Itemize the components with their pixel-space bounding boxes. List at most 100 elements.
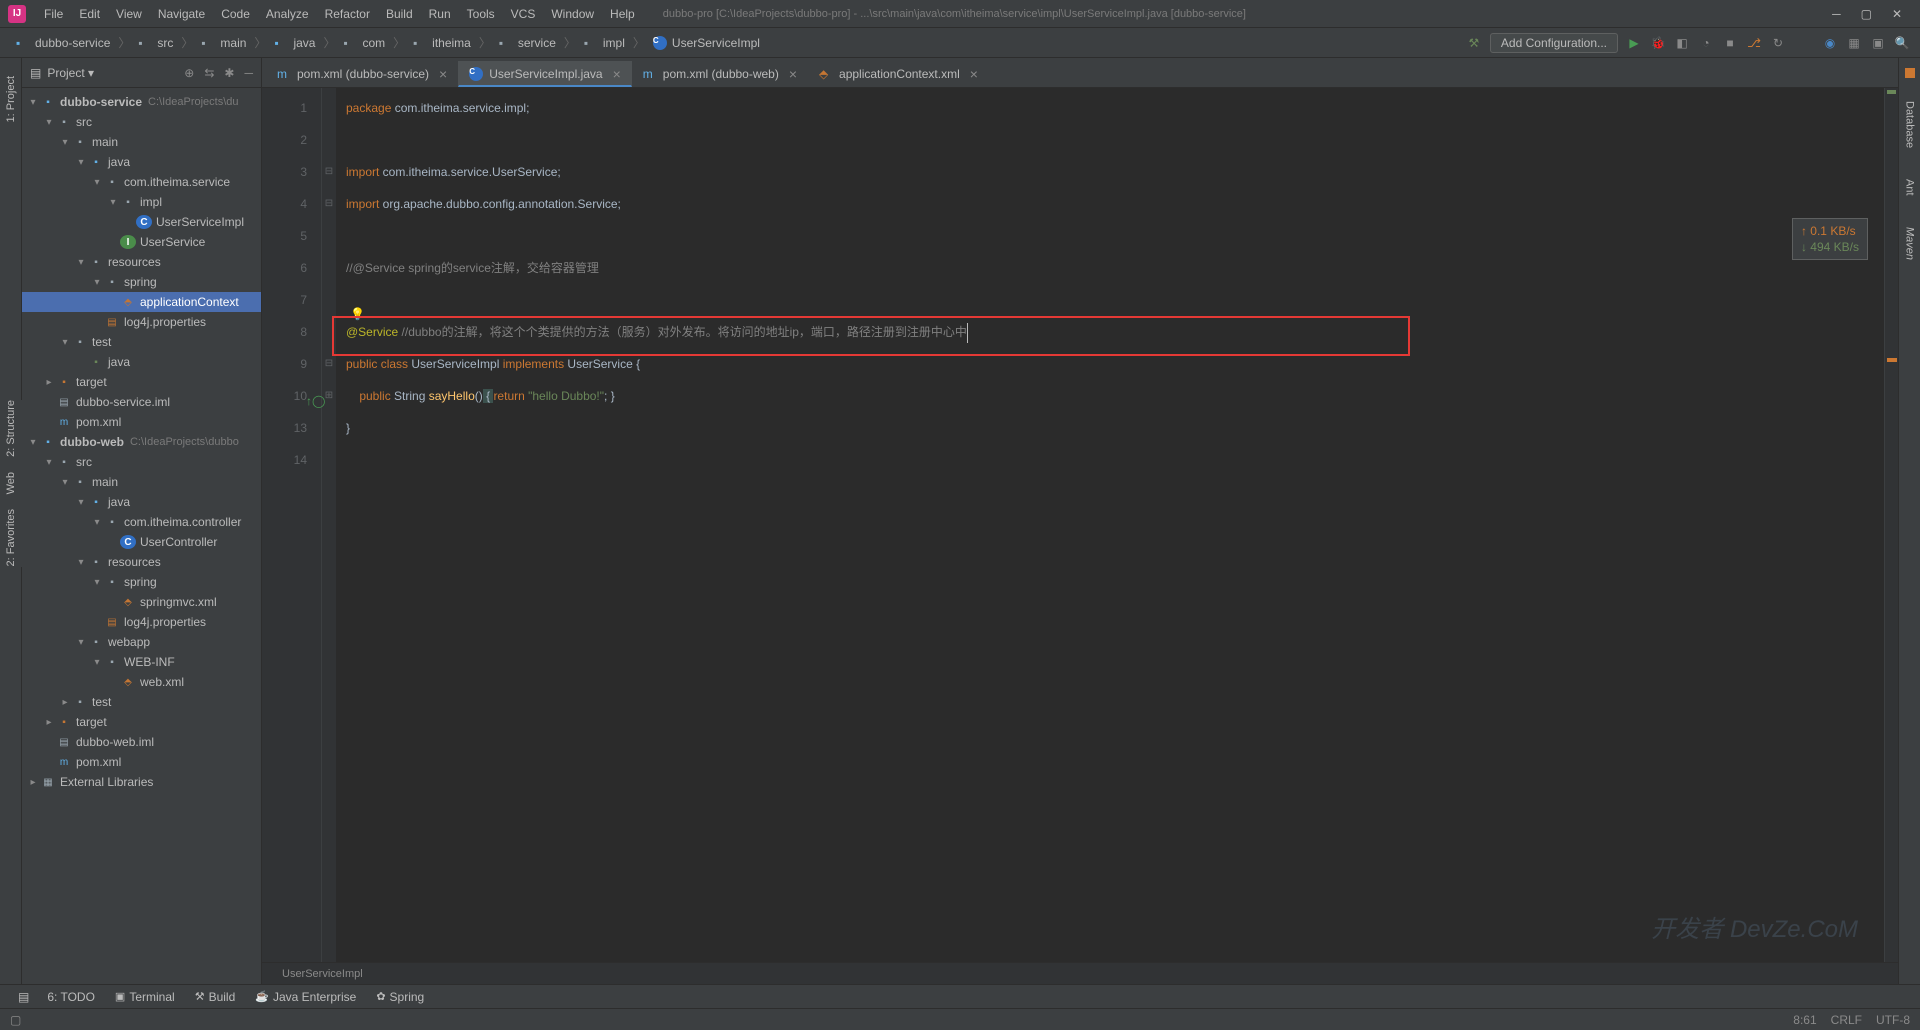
update-icon[interactable]: ↻ — [1770, 35, 1786, 51]
menu-run[interactable]: Run — [421, 7, 459, 21]
intention-bulb-icon[interactable]: 💡 — [350, 298, 365, 330]
menu-refactor[interactable]: Refactor — [317, 7, 378, 21]
tab-web[interactable]: Web — [5, 472, 17, 494]
tree-web-pom[interactable]: mpom.xml — [22, 752, 261, 772]
crumb-impl[interactable]: ▪impl — [578, 34, 631, 52]
run-icon[interactable]: ▶ — [1626, 35, 1642, 51]
tab-pom-service[interactable]: mpom.xml (dubbo-service)× — [266, 61, 458, 87]
status-position[interactable]: 8:61 — [1793, 1013, 1816, 1027]
tree-resources[interactable]: ▾▪resources — [22, 252, 261, 272]
toolwindow-icon[interactable]: ▣ — [1870, 35, 1886, 51]
tree-spring[interactable]: ▾▪spring — [22, 272, 261, 292]
crumb-module[interactable]: ▪dubbo-service — [10, 34, 116, 52]
locate-icon[interactable]: ⊕ — [184, 66, 194, 80]
git-icon[interactable]: ⎇ — [1746, 35, 1762, 51]
tree-test[interactable]: ▾▪test — [22, 332, 261, 352]
status-encoding[interactable]: UTF-8 — [1876, 1013, 1910, 1027]
tree-usercontroller[interactable]: CUserController — [22, 532, 261, 552]
menu-vcs[interactable]: VCS — [503, 7, 544, 21]
settings-icon[interactable]: ✱ — [224, 66, 234, 80]
tree-web-main[interactable]: ▾▪main — [22, 472, 261, 492]
tab-project[interactable]: 1: Project — [3, 68, 19, 130]
tree-test-java[interactable]: ▪java — [22, 352, 261, 372]
hide-icon[interactable]: ─ — [244, 66, 253, 80]
tree-java[interactable]: ▾▪java — [22, 152, 261, 172]
project-label[interactable]: Project ▾ — [47, 66, 184, 80]
crumb-src[interactable]: ▪src — [132, 34, 179, 52]
inspection-indicator[interactable] — [1905, 68, 1915, 78]
tree-main[interactable]: ▾▪main — [22, 132, 261, 152]
tree-target[interactable]: ▸▪target — [22, 372, 261, 392]
tree-web-resources[interactable]: ▾▪resources — [22, 552, 261, 572]
tree-appcontext[interactable]: ⬘applicationContext — [22, 292, 261, 312]
menu-window[interactable]: Window — [543, 7, 602, 21]
tab-ant[interactable]: Ant — [1902, 171, 1918, 204]
profile-icon[interactable]: ◔ — [1698, 35, 1714, 51]
tool-todo[interactable]: 6: TODO — [37, 990, 105, 1004]
tree-web-target[interactable]: ▸▪target — [22, 712, 261, 732]
tool-terminal[interactable]: ▣ Terminal — [105, 990, 185, 1004]
run-gutter-icon[interactable]: ↑◯ — [306, 385, 325, 417]
menu-help[interactable]: Help — [602, 7, 643, 21]
menu-tools[interactable]: Tools — [459, 7, 503, 21]
tree-module-service[interactable]: ▾▪dubbo-serviceC:\IdeaProjects\du — [22, 92, 261, 112]
maximize-button[interactable]: ▢ — [1861, 7, 1872, 21]
fold-gutter[interactable]: ⊟⊟⊟⊞ — [322, 88, 336, 962]
tree-springmvc[interactable]: ⬘springmvc.xml — [22, 592, 261, 612]
tree-userserviceimpl[interactable]: CUserServiceImpl — [22, 212, 261, 232]
tree-webapp[interactable]: ▾▪webapp — [22, 632, 261, 652]
tree-web-src[interactable]: ▾▪src — [22, 452, 261, 472]
crumb-java[interactable]: ▪java — [268, 34, 321, 52]
close-tab-icon[interactable]: × — [970, 66, 978, 82]
tab-appcontext[interactable]: ⬘applicationContext.xml× — [808, 61, 989, 87]
tree-src[interactable]: ▾▪src — [22, 112, 261, 132]
tree-package[interactable]: ▾▪com.itheima.service — [22, 172, 261, 192]
status-tool-icon[interactable]: ▢ — [10, 1013, 21, 1027]
tree-webxml[interactable]: ⬘web.xml — [22, 672, 261, 692]
minimize-button[interactable]: ─ — [1832, 7, 1841, 21]
tree-userservice[interactable]: IUserService — [22, 232, 261, 252]
tree-web-log4j[interactable]: ▤log4j.properties — [22, 612, 261, 632]
status-line-separator[interactable]: CRLF — [1831, 1013, 1862, 1027]
menu-view[interactable]: View — [108, 7, 150, 21]
crumb-service[interactable]: ▪service — [493, 34, 562, 52]
tree-log4j[interactable]: ▤log4j.properties — [22, 312, 261, 332]
tree-external-libs[interactable]: ▸▦External Libraries — [22, 772, 261, 792]
tool-build[interactable]: ⚒ Build — [185, 990, 246, 1004]
tab-userserviceimpl[interactable]: CUserServiceImpl.java× — [458, 61, 632, 87]
menu-code[interactable]: Code — [213, 7, 258, 21]
tab-database[interactable]: Database — [1902, 93, 1918, 156]
tree-web-iml[interactable]: ▤dubbo-web.iml — [22, 732, 261, 752]
tab-pom-web[interactable]: mpom.xml (dubbo-web)× — [632, 61, 808, 87]
tree-web-controller[interactable]: ▾▪com.itheima.controller — [22, 512, 261, 532]
tree-web-java[interactable]: ▾▪java — [22, 492, 261, 512]
tool-java-enterprise[interactable]: ☕ Java Enterprise — [245, 990, 366, 1004]
crumb-itheima[interactable]: ▪itheima — [407, 34, 477, 52]
collapse-icon[interactable]: ⇆ — [204, 66, 214, 80]
crumb-class[interactable]: CUserServiceImpl — [647, 34, 766, 52]
close-tab-icon[interactable]: × — [439, 66, 447, 82]
add-configuration-button[interactable]: Add Configuration... — [1490, 33, 1618, 53]
tab-structure[interactable]: 2: Structure — [5, 400, 17, 457]
crumb-com[interactable]: ▪com — [337, 34, 391, 52]
coverage-icon[interactable]: ◧ — [1674, 35, 1690, 51]
tree-iml[interactable]: ▤dubbo-service.iml — [22, 392, 261, 412]
build-icon[interactable]: ⚒ — [1466, 35, 1482, 51]
structure-icon[interactable]: ▦ — [1846, 35, 1862, 51]
tree-impl[interactable]: ▾▪impl — [22, 192, 261, 212]
close-tab-icon[interactable]: × — [613, 66, 621, 82]
messages-icon[interactable]: ▤ — [10, 990, 37, 1004]
tool-spring[interactable]: ✿ Spring — [366, 990, 434, 1004]
debug-icon[interactable]: 🐞 — [1650, 35, 1666, 51]
code-editor[interactable]: 123456789101314 ⊟⊟⊟⊞ 💡 ↑◯ package com.it… — [262, 88, 1898, 962]
close-button[interactable]: ✕ — [1892, 7, 1902, 21]
ide-help-icon[interactable]: ◉ — [1822, 35, 1838, 51]
stop-icon[interactable]: ■ — [1722, 35, 1738, 51]
menu-navigate[interactable]: Navigate — [150, 7, 213, 21]
editor-breadcrumb[interactable]: UserServiceImpl — [262, 962, 1898, 984]
error-stripe[interactable] — [1884, 88, 1898, 962]
tab-favorites[interactable]: 2: Favorites — [5, 509, 17, 566]
close-tab-icon[interactable]: × — [789, 66, 797, 82]
project-tree[interactable]: ▾▪dubbo-serviceC:\IdeaProjects\du ▾▪src … — [22, 88, 261, 984]
menu-file[interactable]: File — [36, 7, 71, 21]
